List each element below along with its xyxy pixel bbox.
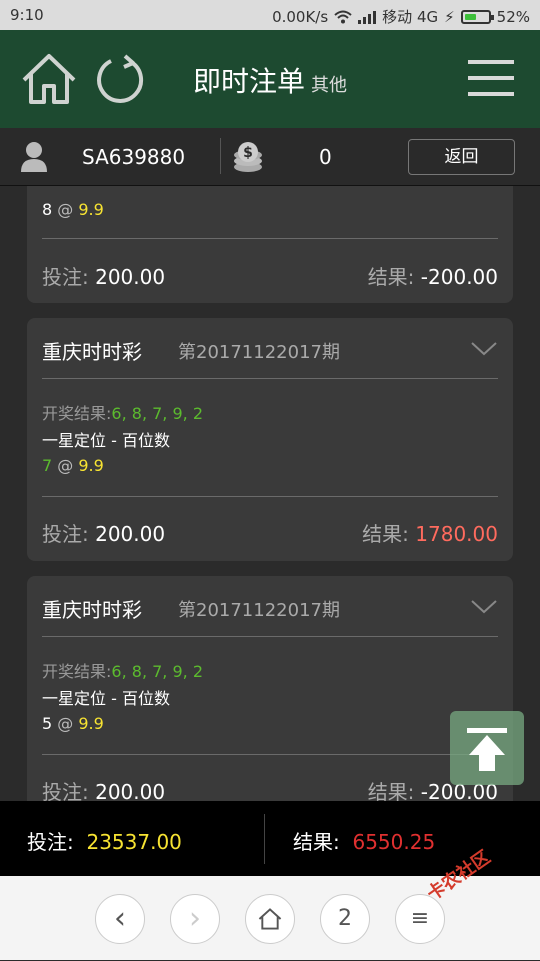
- bet-pick: 5 @ 9.9: [42, 714, 104, 733]
- chevron-down-icon[interactable]: [471, 600, 497, 614]
- result-value: -200.00: [420, 265, 498, 289]
- divider: [42, 378, 498, 379]
- stake-label: 投注:: [42, 265, 89, 289]
- page-title-text: 即时注单: [192, 65, 305, 98]
- bet-pick: 7 @ 9.9: [42, 456, 104, 475]
- game-name: 重庆时时彩: [42, 340, 142, 364]
- stake: 投注: 200.00: [42, 518, 165, 547]
- browser-back-button[interactable]: ‹: [95, 894, 145, 944]
- divider: [42, 496, 498, 497]
- draw-result: 开奖结果:6, 8, 7, 9, 2: [42, 658, 203, 682]
- carrier: 移动 4G: [382, 8, 439, 26]
- draw-numbers: 6, 8, 7, 9, 2: [111, 404, 203, 423]
- bet-card[interactable]: 重庆时时彩 第20171122017期 开奖结果:6, 8, 7, 9, 2 一…: [27, 318, 513, 561]
- game-name: 重庆时时彩: [42, 598, 142, 622]
- draw-numbers: 6, 8, 7, 9, 2: [111, 662, 203, 681]
- draw-label: 开奖结果:: [42, 404, 112, 423]
- home-icon: [258, 908, 282, 930]
- pick-at: @: [57, 200, 74, 219]
- pick-at: @: [57, 456, 74, 475]
- result: 结果: -200.00: [368, 261, 498, 290]
- result-value: 1780.00: [415, 522, 498, 546]
- pick-number: 8: [42, 200, 53, 219]
- status-time: 9:10: [10, 6, 44, 24]
- pick-odds: 9.9: [78, 456, 104, 475]
- result-label: 结果:: [362, 522, 409, 546]
- menu-icon[interactable]: [468, 60, 514, 98]
- draw-result: 开奖结果:6, 8, 7, 9, 2: [42, 400, 203, 424]
- account-name: SA639880: [82, 145, 186, 169]
- browser-home-button[interactable]: [245, 894, 295, 944]
- coins-icon: $: [234, 142, 262, 172]
- play-type: 一星定位 - 百位数: [42, 689, 170, 708]
- play-type: 一星定位 - 百位数: [42, 431, 170, 450]
- browser-tabs-button[interactable]: 2: [320, 894, 370, 944]
- arrow-up-icon: [467, 728, 507, 771]
- pick-number: 5: [42, 714, 53, 733]
- stake-label: 投注:: [42, 780, 89, 801]
- total-result-label: 结果:: [293, 830, 340, 854]
- stake-value: 200.00: [95, 265, 166, 289]
- result-label: 结果:: [367, 780, 415, 801]
- divider: [42, 238, 498, 239]
- charging-icon: ⚡: [444, 7, 455, 26]
- bet-list[interactable]: 8 @ 9.9 投注: 200.00 结果: -200.00 重庆时时彩 第20…: [0, 186, 540, 801]
- result: 结果: 1780.00: [362, 518, 498, 547]
- user-icon: [21, 142, 47, 172]
- network-speed: 0.00K/s: [272, 7, 329, 26]
- total-stake: 投注: 23537.00: [27, 826, 182, 855]
- bet-card[interactable]: 重庆时时彩 第20171122017期 开奖结果:6, 8, 7, 9, 2 一…: [27, 576, 513, 801]
- stake-label: 投注:: [42, 522, 89, 546]
- pick-at: @: [57, 714, 74, 733]
- svg-text:$: $: [243, 145, 253, 161]
- browser-forward-button[interactable]: ›: [170, 894, 220, 944]
- draw-label: 开奖结果:: [42, 662, 112, 681]
- pick-odds: 9.9: [78, 200, 104, 219]
- total-stake-label: 投注:: [27, 830, 74, 854]
- battery-icon: [460, 9, 494, 24]
- total-stake-value: 23537.00: [86, 830, 182, 854]
- signal-icon: [358, 10, 377, 24]
- bet-pick: 8 @ 9.9: [42, 200, 104, 219]
- page-title: 即时注单 其他: [0, 60, 540, 100]
- divider: [42, 636, 498, 637]
- back-to-top-button[interactable]: [450, 711, 524, 785]
- back-button[interactable]: 返回: [408, 139, 515, 175]
- result-label: 结果:: [367, 265, 415, 289]
- stake-value: 200.00: [95, 522, 166, 546]
- stake: 投注: 200.00: [42, 261, 165, 290]
- total-result-value: 6550.25: [352, 830, 436, 854]
- divider: [220, 138, 221, 174]
- user-bar: SA639880 $ 0 返回: [0, 128, 540, 186]
- app-header: 即时注单 其他: [0, 30, 540, 128]
- wifi-icon: [334, 10, 352, 23]
- period: 第20171122017期: [178, 342, 340, 363]
- divider: [42, 754, 498, 755]
- pick-number: 7: [42, 456, 53, 475]
- bet-card: 8 @ 9.9 投注: 200.00 结果: -200.00: [27, 186, 513, 303]
- stake-value: 200.00: [95, 780, 166, 801]
- balance-value: 0: [319, 145, 332, 169]
- divider: [264, 814, 265, 864]
- stake: 投注: 200.00: [42, 776, 165, 801]
- total-result: 结果: 6550.25: [293, 826, 435, 855]
- status-bar: 9:10 0.00K/s 移动 4G ⚡ 52%: [0, 0, 540, 30]
- period: 第20171122017期: [178, 600, 340, 621]
- pick-odds: 9.9: [78, 714, 104, 733]
- battery-percent: 52%: [496, 7, 530, 26]
- chevron-down-icon[interactable]: [471, 342, 497, 356]
- page-subtitle: 其他: [311, 75, 347, 96]
